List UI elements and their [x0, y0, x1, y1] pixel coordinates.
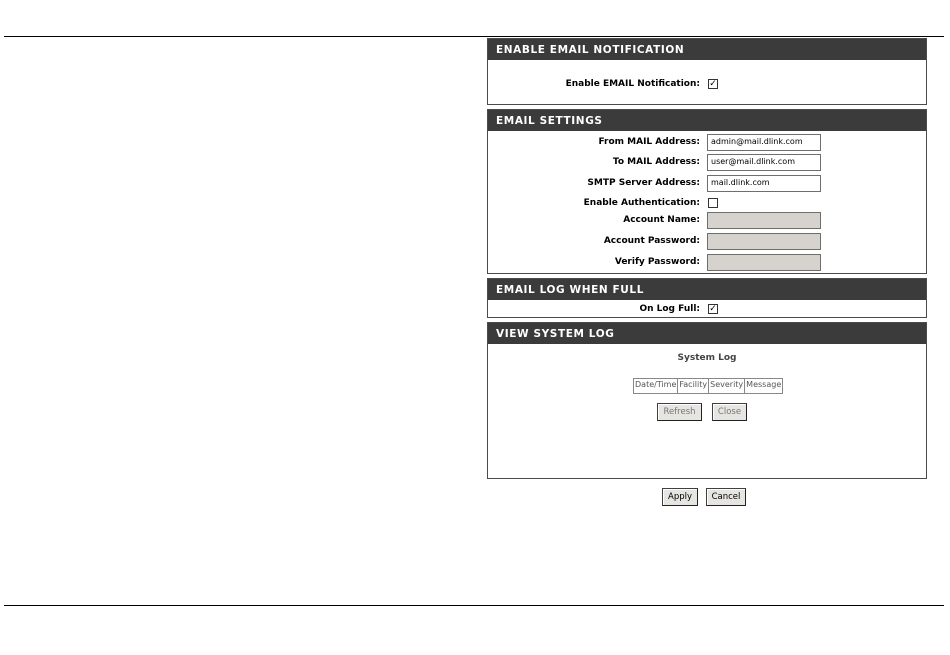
refresh-button[interactable]: Refresh	[657, 403, 702, 421]
view-system-log-panel: VIEW SYSTEM LOG System Log Date/Time Fac…	[487, 322, 927, 479]
account-password-label: Account Password:	[603, 236, 700, 246]
account-name-label: Account Name:	[623, 215, 700, 225]
email-notification-title: ENABLE EMAIL NOTIFICATION	[488, 39, 926, 60]
enable-authentication-checkbox[interactable]	[708, 198, 718, 208]
email-log-full-panel: EMAIL LOG WHEN FULL On Log Full: ✓	[487, 278, 927, 318]
system-log-heading: System Log	[677, 353, 737, 363]
view-system-log-title: VIEW SYSTEM LOG	[488, 323, 926, 344]
to-mail-input[interactable]: user@mail.dlink.com	[707, 154, 821, 171]
email-log-full-title: EMAIL LOG WHEN FULL	[488, 279, 926, 300]
apply-button[interactable]: Apply	[662, 488, 698, 506]
column-message: Message	[746, 380, 782, 389]
from-mail-input[interactable]: admin@mail.dlink.com	[707, 134, 821, 151]
smtp-server-label: SMTP Server Address:	[587, 178, 700, 188]
system-log-table-header: Date/Time Facility Severity Message	[633, 378, 784, 394]
column-severity: Severity	[709, 379, 746, 393]
smtp-server-input[interactable]: mail.dlink.com	[707, 175, 821, 192]
verify-password-input[interactable]	[707, 254, 821, 271]
enable-email-notification-label: Enable EMAIL Notification:	[565, 79, 700, 89]
on-log-full-checkbox[interactable]: ✓	[708, 304, 718, 314]
bottom-rule	[4, 605, 944, 606]
column-facility: Facility	[678, 379, 710, 393]
top-rule	[4, 36, 944, 37]
to-mail-label: To MAIL Address:	[612, 157, 700, 167]
account-password-input[interactable]	[707, 233, 821, 250]
cancel-button[interactable]: Cancel	[706, 488, 746, 506]
email-settings-title: EMAIL SETTINGS	[488, 110, 926, 131]
account-name-input[interactable]	[707, 212, 821, 229]
enable-email-notification-checkbox[interactable]: ✓	[708, 79, 718, 89]
enable-authentication-label: Enable Authentication:	[583, 198, 700, 208]
close-button[interactable]: Close	[712, 403, 747, 421]
email-settings-panel: EMAIL SETTINGS From MAIL Address: admin@…	[487, 109, 927, 274]
on-log-full-label: On Log Full:	[639, 304, 700, 314]
from-mail-label: From MAIL Address:	[598, 137, 700, 147]
verify-password-label: Verify Password:	[614, 257, 700, 267]
column-date-time: Date/Time	[634, 379, 679, 393]
email-notification-panel: ENABLE EMAIL NOTIFICATION Enable EMAIL N…	[487, 38, 927, 105]
